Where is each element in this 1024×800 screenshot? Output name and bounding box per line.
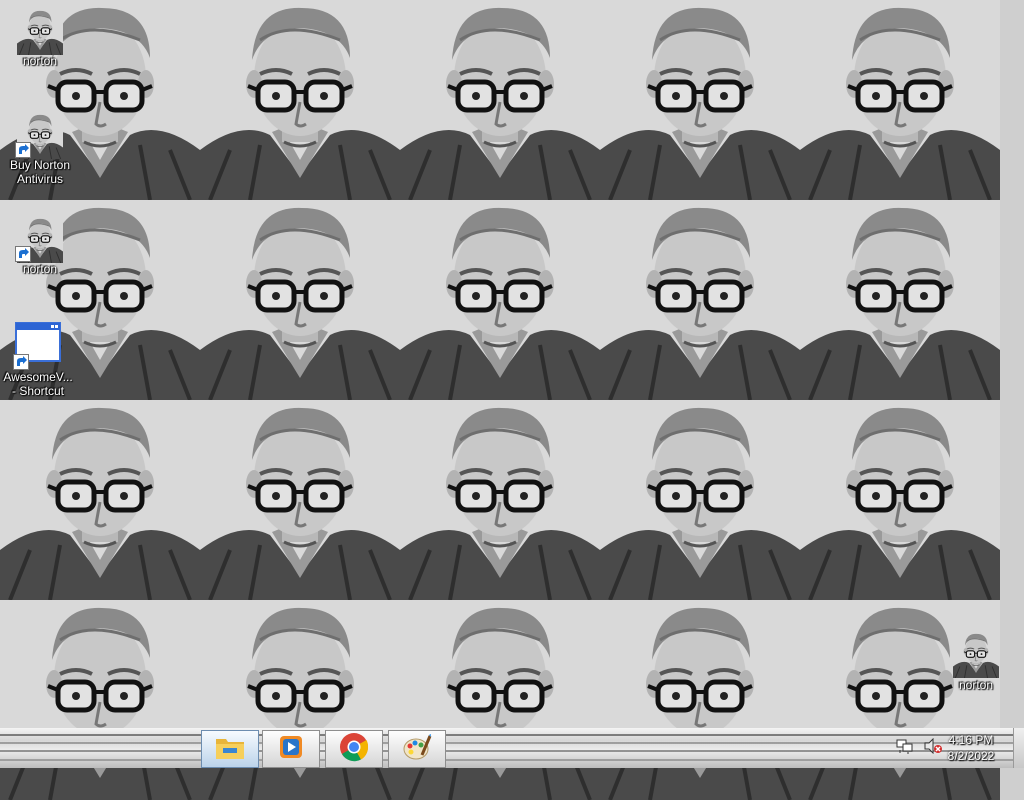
portrait-icon xyxy=(15,214,63,262)
wallpaper-tile xyxy=(200,0,400,200)
wallpaper-tile xyxy=(0,600,200,800)
wallpaper-tile xyxy=(800,200,1000,400)
wallpaper-tile xyxy=(600,600,800,800)
wallpaper-tile xyxy=(400,200,600,400)
desktop-icon-norton-right[interactable]: norton xyxy=(938,630,1014,692)
shortcut-arrow-icon xyxy=(15,246,31,262)
chrome-icon xyxy=(339,732,369,767)
portrait-icon xyxy=(15,110,63,158)
network-icon[interactable] xyxy=(896,738,914,759)
taskbar-clock[interactable]: 4:16 PM 8/2/2022 xyxy=(940,732,1002,764)
wallpaper-tile xyxy=(800,0,1000,200)
system-tray xyxy=(896,728,942,768)
desktop-wallpaper xyxy=(0,0,1024,768)
clock-time: 4:16 PM xyxy=(948,733,994,747)
show-desktop-button[interactable] xyxy=(1013,728,1024,768)
taskbar-paint-button[interactable] xyxy=(388,730,446,768)
wallpaper-tile xyxy=(600,0,800,200)
desktop-icon-label: AwesomeV... - Shortcut xyxy=(3,370,73,398)
wallpaper-tile xyxy=(200,400,400,600)
paint-icon xyxy=(402,733,432,766)
wallpaper-tile xyxy=(400,400,600,600)
taskbar xyxy=(0,728,1024,768)
wallpaper-tile xyxy=(0,400,200,600)
taskbar-media-player-button[interactable] xyxy=(262,730,320,768)
desktop-icon-norton-shortcut[interactable]: norton xyxy=(2,214,78,276)
wallpaper-tile xyxy=(200,200,400,400)
desktop-icon-label: Buy Norton Antivirus xyxy=(9,158,71,186)
taskbar-file-explorer-button[interactable] xyxy=(201,730,259,768)
wallpaper-tile xyxy=(600,200,800,400)
shortcut-arrow-icon xyxy=(15,142,31,158)
file-explorer-icon xyxy=(215,734,245,765)
desktop-icon-buy-norton-antivirus[interactable]: Buy Norton Antivirus xyxy=(2,110,78,186)
desktop-icon-norton[interactable]: norton xyxy=(2,6,78,68)
wallpaper-tile xyxy=(600,400,800,600)
desktop-icon-label: norton xyxy=(958,678,994,692)
shortcut-arrow-icon xyxy=(13,354,29,370)
media-player-icon xyxy=(277,733,305,766)
wallpaper-tile xyxy=(200,600,400,800)
wallpaper-tile xyxy=(400,0,600,200)
taskbar-chrome-button[interactable] xyxy=(325,730,383,768)
desktop-icon-awesomev-shortcut[interactable]: AwesomeV... - Shortcut xyxy=(0,322,76,398)
wallpaper-tile xyxy=(400,600,600,800)
clock-date: 8/2/2022 xyxy=(947,749,995,763)
portrait-icon xyxy=(953,630,999,676)
portrait-icon xyxy=(17,6,63,52)
wallpaper-tile xyxy=(800,400,1000,600)
app-window-icon xyxy=(13,322,61,370)
